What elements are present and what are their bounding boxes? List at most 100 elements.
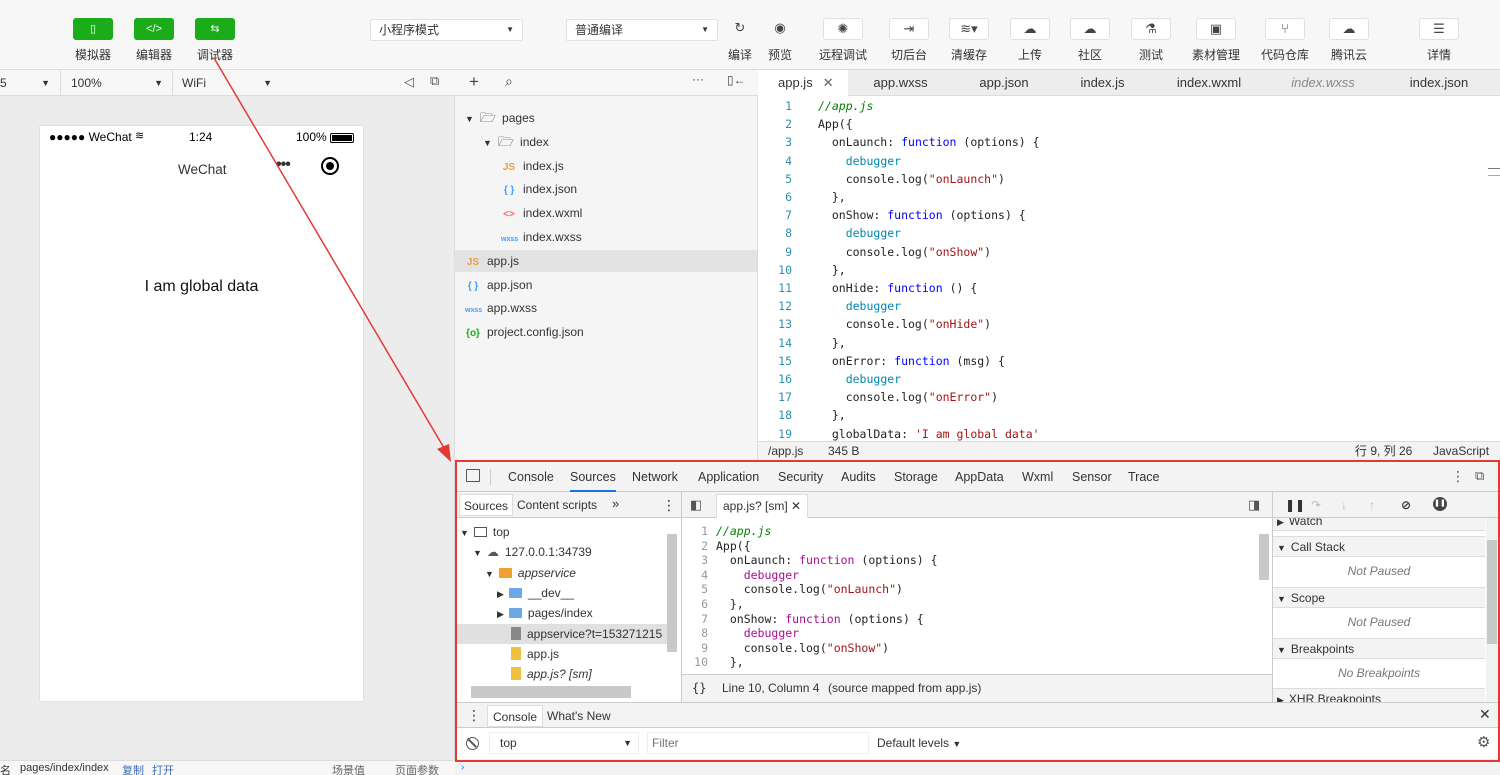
- devtools-tab-sensor[interactable]: Sensor: [1072, 462, 1112, 492]
- simulator-toggle-button[interactable]: ▯: [73, 18, 113, 40]
- pause-exceptions-icon[interactable]: ❚❚: [1433, 497, 1447, 511]
- toggle-debugger-icon[interactable]: ◨: [1248, 492, 1260, 518]
- sources-tree-item[interactable]: ▶ __dev__: [457, 583, 667, 603]
- flask-button[interactable]: ⚗: [1131, 18, 1171, 40]
- tab-app-json[interactable]: app.json: [953, 70, 1055, 96]
- sources-tree-item[interactable]: ▶ pages/index: [457, 603, 667, 623]
- tab-content-scripts[interactable]: Content scripts: [517, 492, 597, 518]
- devtools-tab-network[interactable]: Network: [632, 462, 678, 492]
- section-breakpoints[interactable]: ▼ Breakpoints: [1273, 638, 1485, 659]
- kebab-menu-icon[interactable]: ⋮: [1451, 468, 1465, 485]
- filter-input[interactable]: [647, 732, 869, 754]
- log-levels-select[interactable]: Default levels ▼: [877, 732, 961, 755]
- settings-gear-icon[interactable]: ⚙: [1477, 733, 1490, 751]
- file-tree-item[interactable]: { } app.json: [455, 274, 757, 296]
- file-tree-item[interactable]: ▼ 🗁 index: [455, 131, 757, 153]
- tab-app-js[interactable]: app.js ✕: [758, 70, 848, 96]
- devtools-tab-security[interactable]: Security: [778, 462, 823, 492]
- speaker-icon[interactable]: ◁: [404, 74, 414, 90]
- navigator-menu-icon[interactable]: ⋮: [662, 492, 676, 518]
- zoom-select[interactable]: 100% ▼: [71, 73, 163, 93]
- context-select[interactable]: top ▼: [489, 732, 639, 754]
- inspect-element-icon[interactable]: [466, 469, 480, 482]
- network-select[interactable]: WiFi ▼: [182, 73, 272, 93]
- file-tree-item[interactable]: <> index.wxml: [455, 202, 757, 224]
- section-watch[interactable]: ▶ Watch: [1273, 518, 1485, 531]
- devtools-tab-storage[interactable]: Storage: [894, 462, 938, 492]
- open-link[interactable]: 打开: [152, 762, 174, 775]
- language-mode[interactable]: JavaScript: [1433, 442, 1489, 460]
- page-params-button[interactable]: 页面参数: [395, 762, 439, 775]
- collapse-panel-icon[interactable]: ▯←: [727, 73, 746, 87]
- switch-button[interactable]: ⇥: [889, 18, 929, 40]
- close-icon[interactable]: ✕: [823, 75, 834, 90]
- sources-tree-item[interactable]: ▼ ☁ 127.0.0.1:34739: [457, 542, 667, 562]
- step-into-icon[interactable]: ↓: [1341, 492, 1347, 518]
- pause-icon[interactable]: ❚❚: [1285, 492, 1305, 518]
- mode-select[interactable]: 小程序模式 ▼: [370, 19, 523, 41]
- navigator-scrollbar[interactable]: [667, 534, 677, 652]
- sidebar-scrollbar[interactable]: [1487, 540, 1497, 644]
- sources-tree-item[interactable]: appservice?t=153271215: [457, 623, 667, 644]
- file-tree-item[interactable]: { } index.json: [455, 178, 757, 200]
- copy-link[interactable]: 复制: [122, 762, 144, 775]
- navigator-hscrollbar[interactable]: [471, 686, 631, 698]
- open-file-tab[interactable]: app.js? [sm] ✕: [716, 494, 809, 518]
- section-scope[interactable]: ▼ Scope: [1273, 587, 1485, 608]
- devtools-tab-trace[interactable]: Trace: [1128, 462, 1160, 492]
- file-tree-item[interactable]: ▼ 🗁 pages: [455, 107, 757, 129]
- menu-button[interactable]: ☰: [1419, 18, 1459, 40]
- sources-tree-item[interactable]: ▼ top: [457, 522, 667, 542]
- sources-tree-item[interactable]: app.js? [sm]: [457, 664, 667, 684]
- devtools-tab-wxml[interactable]: Wxml: [1022, 462, 1053, 492]
- upload-button[interactable]: ☁: [1010, 18, 1050, 40]
- file-tree-item[interactable]: JS app.js: [455, 249, 757, 272]
- tab-index-js[interactable]: index.js: [1055, 70, 1150, 96]
- drawer-tab-whats-new[interactable]: What's New: [547, 705, 611, 727]
- layers-button[interactable]: ≋▾: [949, 18, 989, 40]
- tab-index-json[interactable]: index.json: [1378, 70, 1500, 96]
- source-code-view[interactable]: 1//app.js 2 App({3 onLaunch: function (opt…: [682, 518, 1272, 674]
- git-button[interactable]: ⑂: [1265, 18, 1305, 40]
- deactivate-breakpoints-icon[interactable]: ⊘: [1401, 492, 1411, 518]
- file-tree-item[interactable]: {o} project.config.json: [455, 321, 757, 343]
- close-capsule-icon[interactable]: [321, 157, 339, 175]
- tab-index-wxml[interactable]: index.wxml: [1150, 70, 1268, 96]
- add-file-icon[interactable]: +: [469, 72, 479, 92]
- more-tabs-icon[interactable]: »: [612, 491, 619, 517]
- section-xhr-breakpoints[interactable]: ▶ XHR Breakpoints: [1273, 688, 1485, 702]
- code-editor[interactable]: 1//app.js 2 App({3 onLaunch: function (opt…: [758, 96, 1500, 441]
- devtools-tab-sources[interactable]: Sources: [570, 462, 616, 492]
- close-icon[interactable]: ✕: [791, 499, 801, 513]
- tab-sources-nav[interactable]: Sources: [459, 494, 514, 516]
- debugger-toggle-button[interactable]: ⇆: [195, 18, 235, 40]
- sources-tree-item[interactable]: app.js: [457, 644, 667, 664]
- drawer-menu-icon[interactable]: ⋮: [467, 707, 481, 724]
- drawer-tab-console[interactable]: Console: [487, 705, 544, 727]
- search-icon[interactable]: ⌕: [505, 73, 513, 90]
- file-tree-item[interactable]: wxss index.wxss: [455, 226, 757, 248]
- refresh-button[interactable]: ↻: [720, 18, 760, 40]
- asset-button[interactable]: ▣: [1196, 18, 1236, 40]
- device-select[interactable]: 5 ▼: [0, 73, 52, 93]
- dock-icon[interactable]: ⧉: [1475, 468, 1484, 484]
- devtools-tab-audits[interactable]: Audits: [841, 462, 876, 492]
- file-tree-item[interactable]: JS index.js: [455, 155, 757, 177]
- devtools-tab-console[interactable]: Console: [508, 462, 554, 492]
- toggle-navigator-icon[interactable]: ◧: [690, 492, 702, 518]
- devtools-tab-appdata[interactable]: AppData: [955, 462, 1004, 492]
- more-icon[interactable]: •••: [276, 156, 291, 174]
- eye-button[interactable]: ◉: [760, 18, 800, 40]
- section-call-stack[interactable]: ▼ Call Stack: [1273, 536, 1485, 557]
- cloud-button[interactable]: ☁: [1329, 18, 1369, 40]
- tab-app-wxss[interactable]: app.wxss: [848, 70, 953, 96]
- file-tree-item[interactable]: wxss app.wxss: [455, 297, 757, 319]
- clear-console-icon[interactable]: [466, 737, 479, 750]
- devtools-tab-application[interactable]: Application: [698, 462, 759, 492]
- code-scrollbar[interactable]: [1259, 534, 1269, 580]
- close-drawer-icon[interactable]: ✕: [1479, 706, 1491, 723]
- bug-button[interactable]: ✺: [823, 18, 863, 40]
- community-button[interactable]: ☁: [1070, 18, 1110, 40]
- sources-tree-item[interactable]: ▼ appservice: [457, 563, 667, 583]
- pretty-print-icon[interactable]: {}: [692, 675, 706, 701]
